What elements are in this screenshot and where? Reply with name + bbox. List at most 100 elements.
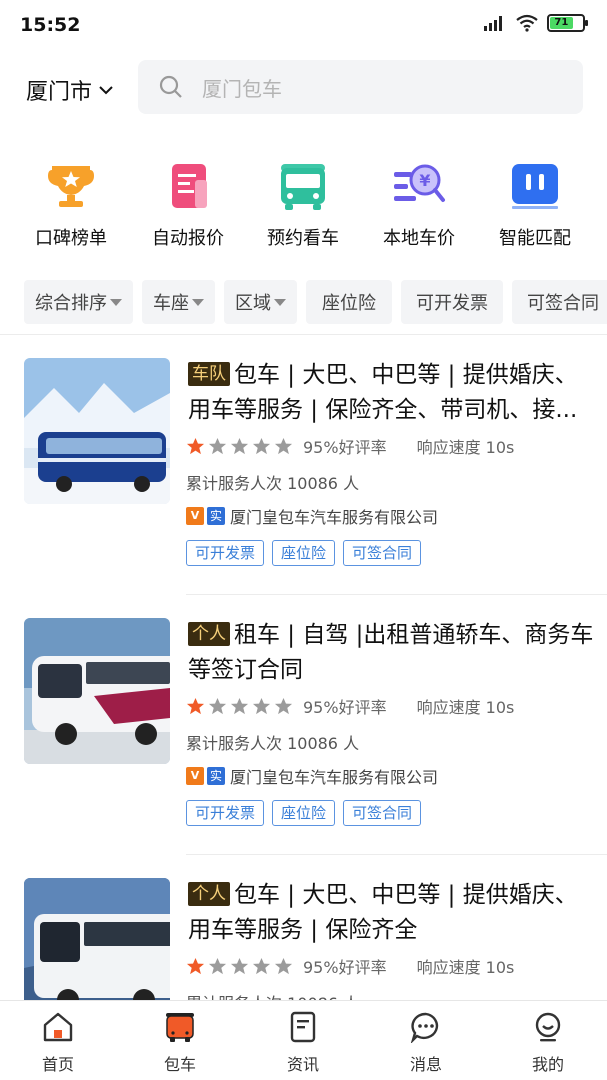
filter-invoice[interactable]: 可开发票 — [401, 280, 503, 324]
star-icon — [208, 437, 227, 454]
trophy-icon — [48, 166, 94, 207]
bus-photo — [24, 618, 170, 764]
quick-link-label: 智能匹配 — [499, 228, 571, 249]
filter-bar: 综合排序 车座 区域 座位险 可开发票 可签合同 — [24, 280, 607, 324]
match-icon — [512, 164, 558, 209]
real-name-icon: 实 — [207, 507, 225, 525]
rating-text: 95%好评率 — [303, 698, 387, 717]
star-icon — [186, 437, 205, 454]
badge-seat-insurance: 座位险 — [272, 540, 336, 566]
quick-link-label: 预约看车 — [267, 228, 339, 249]
badge-seat-insurance: 座位险 — [272, 800, 336, 826]
quick-link-book-viewing[interactable]: 预约看车 — [245, 160, 361, 250]
rating-row: 95%好评率 响应速度 10s — [186, 954, 514, 978]
star-icon — [252, 957, 271, 974]
feature-badges: 可开发票 座位险 可签合同 — [186, 800, 422, 826]
star-icon — [186, 697, 205, 714]
caret-down-icon — [192, 298, 204, 306]
response-speed: 响应速度 10s — [416, 698, 515, 717]
rating-row: 95%好评率 响应速度 10s — [186, 434, 514, 458]
company-row: V 实 厦门皇包车汽车服务有限公司 — [186, 764, 438, 788]
city-selector[interactable]: 厦门市 — [26, 74, 114, 106]
divider — [0, 334, 607, 335]
quick-link-ranking[interactable]: 口碑榜单 — [13, 160, 129, 250]
status-time: 15:52 — [20, 14, 81, 36]
search-placeholder: 厦门包车 — [202, 76, 282, 101]
quick-link-smart-match[interactable]: 智能匹配 — [477, 160, 593, 250]
quote-doc-icon — [172, 164, 207, 208]
filter-label: 座位险 — [322, 293, 376, 314]
badge-invoice: 可开发票 — [186, 800, 265, 826]
feature-badges: 可开发票 座位险 可签合同 — [186, 540, 422, 566]
listing-title-text: 租车 | 自驾 |出租普通轿车、商务车等签订合同 — [188, 622, 594, 683]
tab-label: 消息 — [409, 1055, 442, 1074]
signal-icon — [484, 16, 502, 31]
profile-icon — [535, 1012, 561, 1042]
tab-label: 我的 — [531, 1055, 564, 1074]
status-bar: 15:52 71 — [0, 0, 607, 52]
filter-seats[interactable]: 车座 — [142, 280, 215, 324]
badge-invoice: 可开发票 — [186, 540, 265, 566]
quick-link-label: 自动报价 — [152, 228, 224, 249]
listing-title: 个人 租车 | 自驾 |出租普通轿车、商务车等签订合同 — [188, 618, 596, 688]
filter-sort[interactable]: 综合排序 — [24, 280, 133, 324]
news-icon — [290, 1011, 316, 1043]
tab-charter[interactable]: 包车 — [135, 1011, 225, 1075]
tab-label: 资讯 — [286, 1055, 319, 1074]
price-search-icon: ¥ — [394, 164, 445, 202]
filter-label: 可签合同 — [527, 293, 599, 314]
caret-down-icon — [110, 298, 122, 306]
badge-contract: 可签合同 — [343, 540, 422, 566]
company-name: 厦门皇包车汽车服务有限公司 — [230, 768, 439, 787]
listing-tag: 个人 — [188, 622, 230, 646]
company-name: 厦门皇包车汽车服务有限公司 — [230, 508, 439, 527]
home-icon — [43, 1012, 73, 1042]
filter-label: 综合排序 — [35, 293, 107, 314]
listing-title: 个人 包车 | 大巴、中巴等 | 提供婚庆、用车等服务 | 保险齐全 — [188, 878, 596, 948]
search-input[interactable]: 厦门包车 — [138, 60, 583, 114]
filter-label: 车座 — [153, 293, 189, 314]
battery-level: 71 — [550, 17, 573, 29]
quick-link-auto-quote[interactable]: 自动报价 — [130, 160, 246, 250]
bus-icon — [281, 164, 325, 210]
listing-title-text: 包车 | 大巴、中巴等 | 提供婚庆、用车等服务 | 保险齐全 — [188, 882, 578, 943]
status-icons: 71 — [483, 14, 588, 32]
star-rating — [186, 957, 293, 976]
tab-home[interactable]: 首页 — [13, 1011, 103, 1075]
filter-area[interactable]: 区域 — [224, 280, 297, 324]
verified-icon: V — [186, 507, 204, 525]
star-icon — [208, 957, 227, 974]
message-icon — [410, 1012, 439, 1043]
svg-text:¥: ¥ — [419, 171, 430, 190]
rating-text: 95%好评率 — [303, 958, 387, 977]
battery-icon: 71 — [547, 14, 588, 32]
star-icon — [252, 437, 271, 454]
star-rating — [186, 437, 293, 456]
tab-profile[interactable]: 我的 — [503, 1011, 593, 1075]
filter-contract[interactable]: 可签合同 — [512, 280, 607, 324]
rating-text: 95%好评率 — [303, 438, 387, 457]
star-icon — [208, 697, 227, 714]
divider — [186, 854, 607, 855]
search-icon — [159, 75, 182, 98]
tab-messages[interactable]: 消息 — [381, 1011, 471, 1075]
star-icon — [230, 697, 249, 714]
listing-title: 车队 包车 | 大巴、中巴等 | 提供婚庆、用车等服务 | 保险齐全、带司机、接.… — [188, 358, 596, 428]
listing-tag: 车队 — [188, 362, 230, 386]
divider — [186, 594, 607, 595]
star-icon — [274, 437, 293, 454]
real-name-icon: 实 — [207, 767, 225, 785]
tab-label: 包车 — [163, 1055, 196, 1074]
star-icon — [186, 957, 205, 974]
quick-link-local-price[interactable]: ¥ 本地车价 — [361, 160, 477, 250]
tab-news[interactable]: 资讯 — [258, 1011, 348, 1075]
served-count: 累计服务人次 10086 人 — [186, 734, 360, 753]
star-icon — [252, 697, 271, 714]
response-speed: 响应速度 10s — [416, 958, 515, 977]
verified-icon: V — [186, 767, 204, 785]
bottom-tab-bar: 首页 包车 资讯 消息 我的 — [0, 1000, 607, 1080]
rating-row: 95%好评率 响应速度 10s — [186, 694, 514, 718]
star-icon — [230, 957, 249, 974]
filter-seat-insurance[interactable]: 座位险 — [306, 280, 392, 324]
response-speed: 响应速度 10s — [416, 438, 515, 457]
